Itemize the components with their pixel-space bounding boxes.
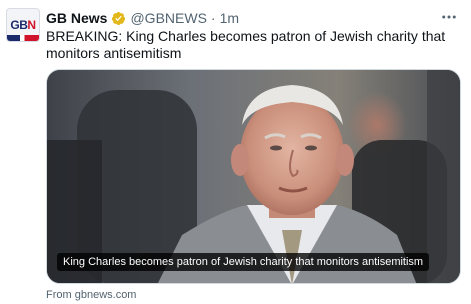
verified-badge-icon — [112, 11, 126, 25]
tweet-header: GB News @GBNEWS · 1m — [46, 8, 441, 28]
link-card[interactable]: King Charles becomes patron of Jewish ch… — [46, 69, 461, 284]
author-avatar[interactable]: GBN — [6, 8, 40, 42]
tweet-text: BREAKING: King Charles becomes patron of… — [46, 28, 446, 61]
tweet[interactable]: GBN GB News @GBNEWS · 1m BREAKING: King … — [0, 0, 471, 304]
card-photo — [47, 70, 460, 283]
more-options-icon[interactable] — [439, 8, 459, 26]
author-name[interactable]: GB News — [46, 10, 107, 26]
gb-news-logo: GBN — [10, 18, 36, 32]
card-source[interactable]: From gbnews.com — [46, 289, 136, 301]
tweet-timestamp[interactable]: 1m — [220, 10, 239, 26]
author-handle[interactable]: @GBNEWS — [130, 10, 206, 26]
separator-dot: · — [210, 10, 216, 26]
more-horizontal-icon — [442, 15, 456, 19]
card-caption: King Charles becomes patron of Jewish ch… — [57, 253, 430, 271]
logo-flag-stripe — [7, 35, 39, 41]
